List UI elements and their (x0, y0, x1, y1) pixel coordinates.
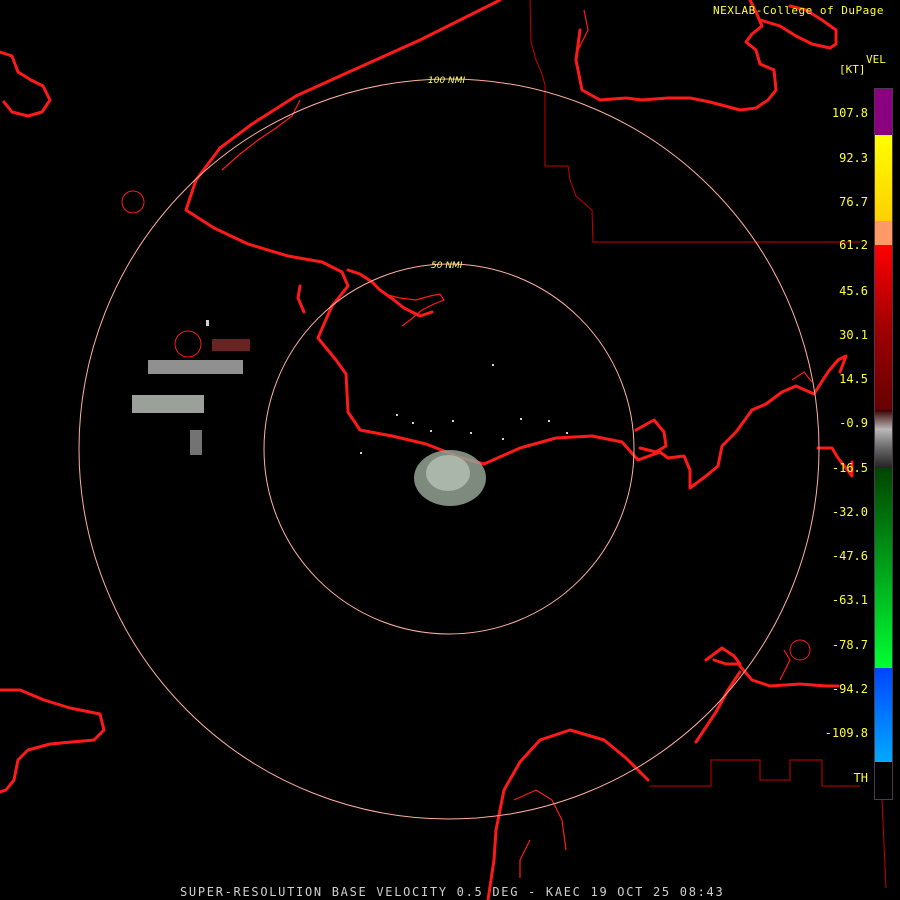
legend-segment-blue (875, 668, 892, 762)
legend-tick-76-7: 76.7 (839, 195, 868, 209)
product-footer: SUPER-RESOLUTION BASE VELOCITY 0.5 DEG -… (180, 885, 725, 899)
range-ring-50-label: 50 NMI (431, 261, 463, 271)
legend-tick-61-2: 61.2 (839, 238, 868, 252)
echo-band-west-4 (190, 430, 202, 455)
echo-band-west-2 (132, 395, 204, 413)
legend-tick-minus-63-1: -63.1 (831, 593, 868, 607)
velocity-color-scale (874, 88, 893, 800)
legend-tick-th: TH (853, 771, 868, 785)
legend-tick-minus-0-9: -0.9 (839, 416, 868, 430)
radar-map: 50 NMI 100 NMI (0, 0, 900, 900)
legend-title: VEL (866, 53, 886, 66)
legend-segment-purple (875, 89, 892, 135)
legend-tick-minus-32-0: -32.0 (831, 505, 868, 519)
legend-tick-minus-47-6: -47.6 (831, 549, 868, 563)
legend-tick-30-1: 30.1 (839, 328, 868, 342)
legend-tick-107-8: 107.8 (831, 106, 868, 120)
legend-tick-minus-16-5: -16.5 (831, 461, 868, 475)
legend-tick-45-6: 45.6 (839, 284, 868, 298)
legend-tick-14-5: 14.5 (839, 372, 868, 386)
legend-segment-green (875, 468, 892, 668)
legend-tick-minus-78-7: -78.7 (831, 638, 868, 652)
echo-cluster-center-core (426, 455, 470, 491)
legend-segment-orange (875, 221, 892, 245)
legend-segment-gray (875, 410, 892, 468)
echo-band-west-1 (148, 360, 243, 374)
range-ring-100-label: 100 NMI (428, 76, 466, 86)
legend-unit: [KT] (839, 63, 866, 76)
legend-tick-minus-109-8: -109.8 (824, 726, 868, 740)
legend-tick-92-3: 92.3 (839, 151, 868, 165)
echo-band-west-3 (212, 339, 250, 351)
legend-segment-yellow (875, 135, 892, 221)
credit-text: NEXLAB-College of DuPage (713, 4, 884, 17)
legend-tick-minus-94-2: -94.2 (831, 682, 868, 696)
legend-segment-red (875, 245, 892, 410)
